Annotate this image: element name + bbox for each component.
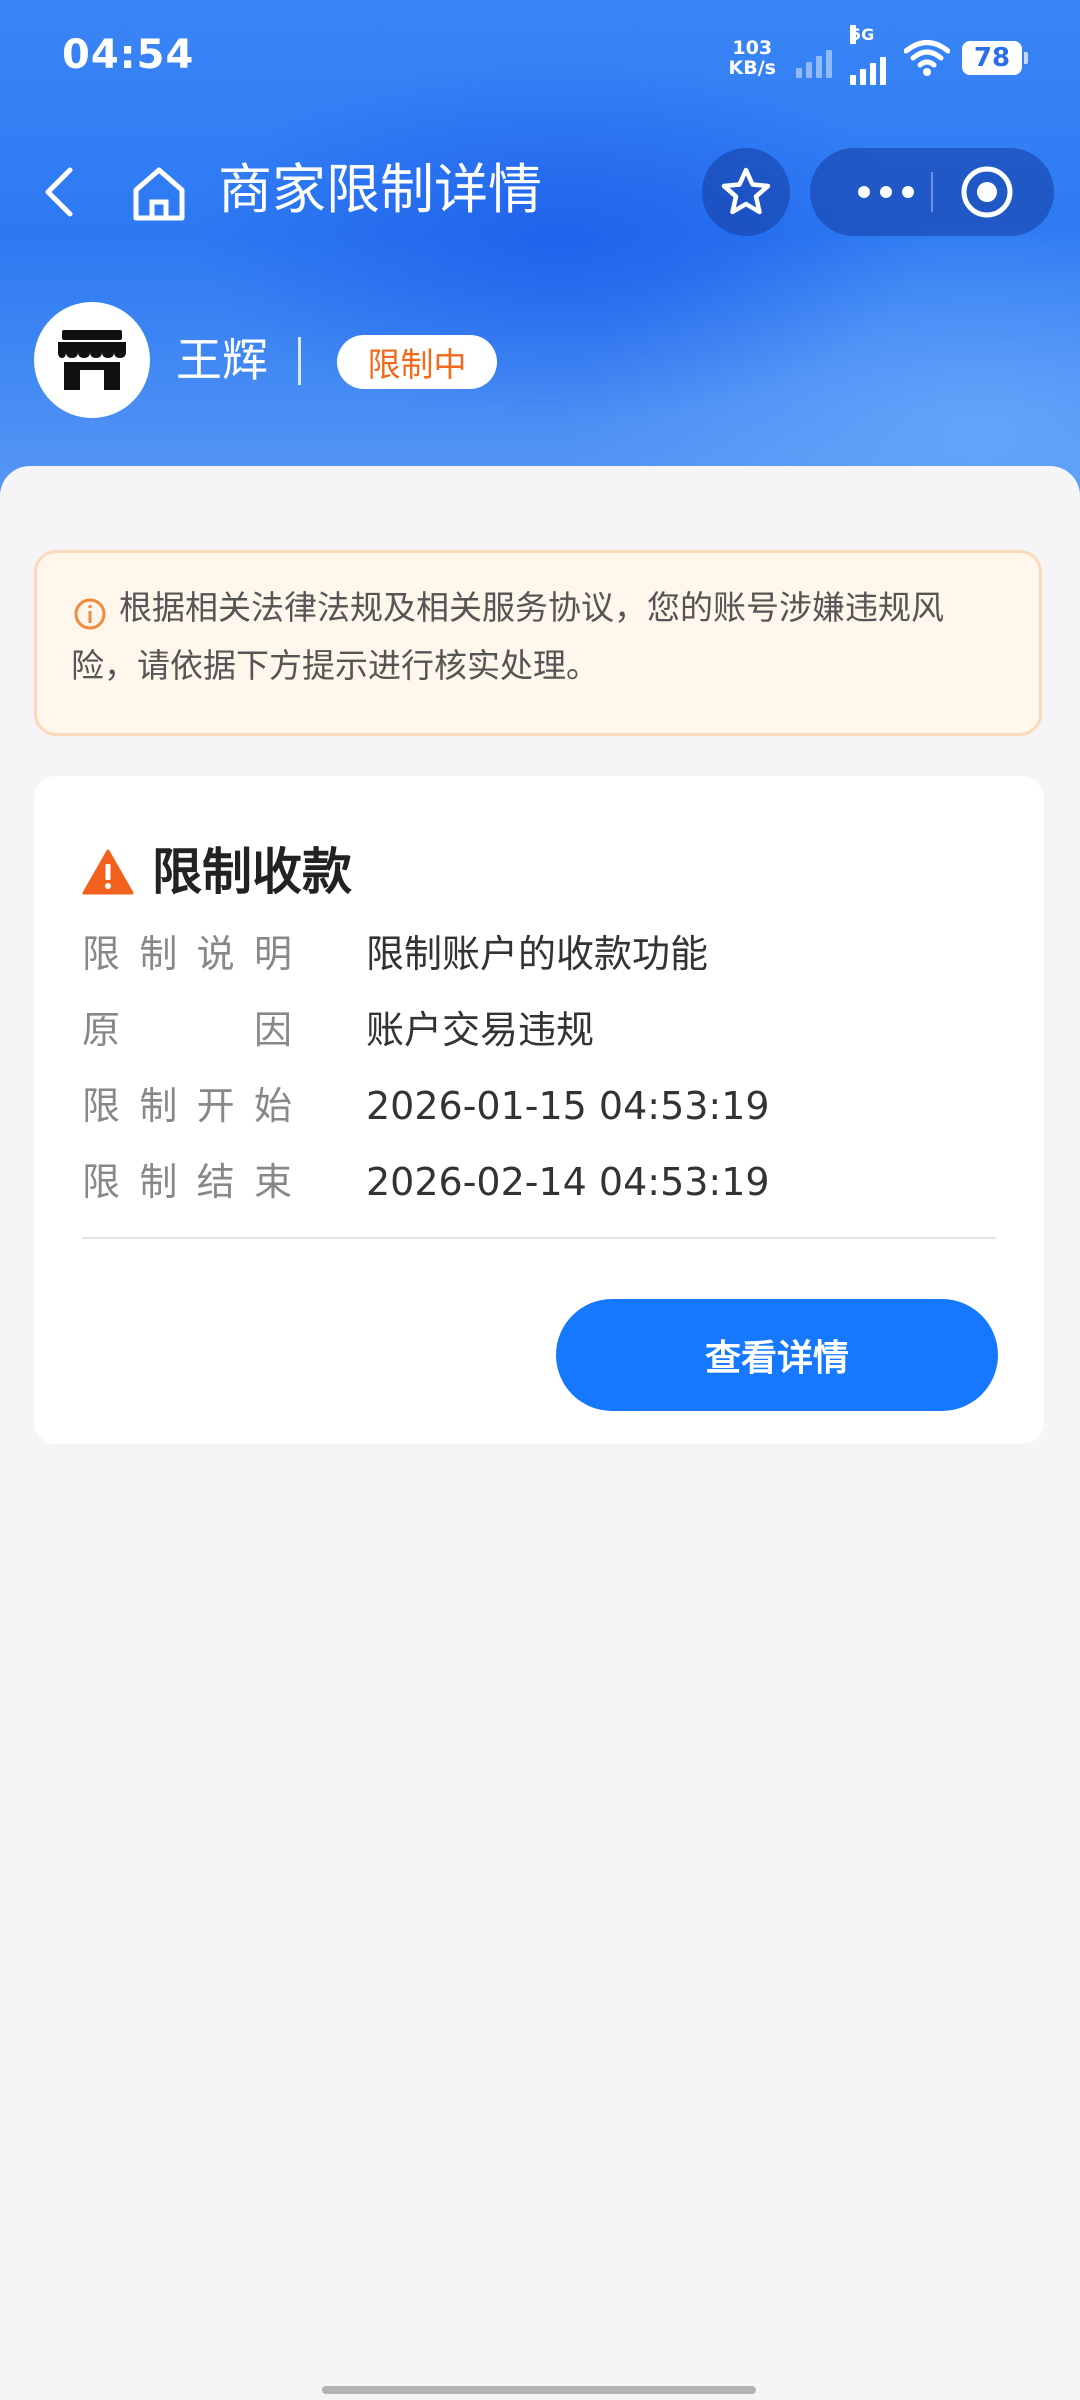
more-icon[interactable] (846, 172, 926, 212)
signal-5g-icon: 5G (850, 25, 890, 85)
label-char: 说 (196, 932, 235, 976)
label-char: 始 (253, 1084, 292, 1128)
favorite-button[interactable] (702, 148, 790, 236)
home-indicator[interactable] (322, 2386, 756, 2394)
row-label: 原 因 (82, 1000, 292, 1060)
label-char: 因 (253, 1008, 292, 1052)
label-char: 限 (82, 1084, 121, 1128)
label-char: 结 (196, 1160, 235, 1204)
name-divider (298, 337, 301, 385)
row-value: 2026-01-15 04:53:19 (366, 1084, 770, 1128)
battery-icon: 78 (962, 41, 1028, 75)
info-icon (74, 598, 106, 630)
network-speed-unit: KB/s (728, 57, 776, 79)
label-char: 原 (82, 1008, 121, 1052)
label-char: 制 (139, 1084, 178, 1128)
warning-icon (82, 849, 134, 895)
label-char: 制 (139, 932, 178, 976)
page-title: 商家限制详情 (218, 158, 542, 221)
capsule-divider (931, 172, 933, 212)
row-label: 限 制 开 始 (82, 1076, 292, 1136)
signal-sim2-icon (796, 38, 836, 78)
label-char: 明 (253, 932, 292, 976)
label-char: 开 (196, 1084, 235, 1128)
row-value: 2026-02-14 04:53:19 (366, 1160, 770, 1204)
row-label: 限 制 结 束 (82, 1152, 292, 1212)
restriction-card: 限制收款 限 制 说 明 限制账户的收款功能 原 因 账户交易违规 限 制 开 … (34, 776, 1044, 1444)
star-icon (721, 167, 771, 215)
notice-text: 根据相关法律法规及相关服务协议，您的账号涉嫌违规风险，请依据下方提示进行核实处理… (71, 588, 944, 685)
network-speed: 103 KB/s (729, 38, 776, 78)
merchant-name: 王辉 (176, 333, 268, 387)
nav-bar: 商家限制详情 (0, 140, 1080, 245)
back-arrow-icon[interactable] (34, 162, 94, 222)
merchant-avatar (34, 302, 150, 418)
row-value: 限制账户的收款功能 (366, 932, 709, 976)
store-icon (58, 330, 126, 390)
row-value: 账户交易违规 (366, 1008, 595, 1052)
status-badge: 限制中 (337, 335, 497, 389)
network-type: 5G (850, 25, 875, 44)
miniapp-capsule (810, 148, 1054, 236)
status-icons: 103 KB/s 5G 78 (729, 25, 1028, 85)
battery-level: 78 (973, 43, 1011, 73)
wifi-icon (904, 40, 950, 76)
label-char: 束 (253, 1160, 292, 1204)
network-speed-value: 103 (732, 37, 773, 59)
home-icon[interactable] (128, 162, 190, 224)
restriction-title: 限制收款 (152, 843, 352, 901)
label-char: 限 (82, 932, 121, 976)
label-char: 限 (82, 1160, 121, 1204)
card-divider (82, 1237, 996, 1239)
view-details-button[interactable]: 查看详情 (556, 1299, 998, 1411)
label-char: 制 (139, 1160, 178, 1204)
status-time: 04:54 (62, 32, 195, 78)
notice-banner: 根据相关法律法规及相关服务协议，您的账号涉嫌违规风险，请依据下方提示进行核实处理… (34, 550, 1042, 736)
target-icon[interactable] (960, 165, 1014, 219)
row-label: 限 制 说 明 (82, 924, 292, 984)
